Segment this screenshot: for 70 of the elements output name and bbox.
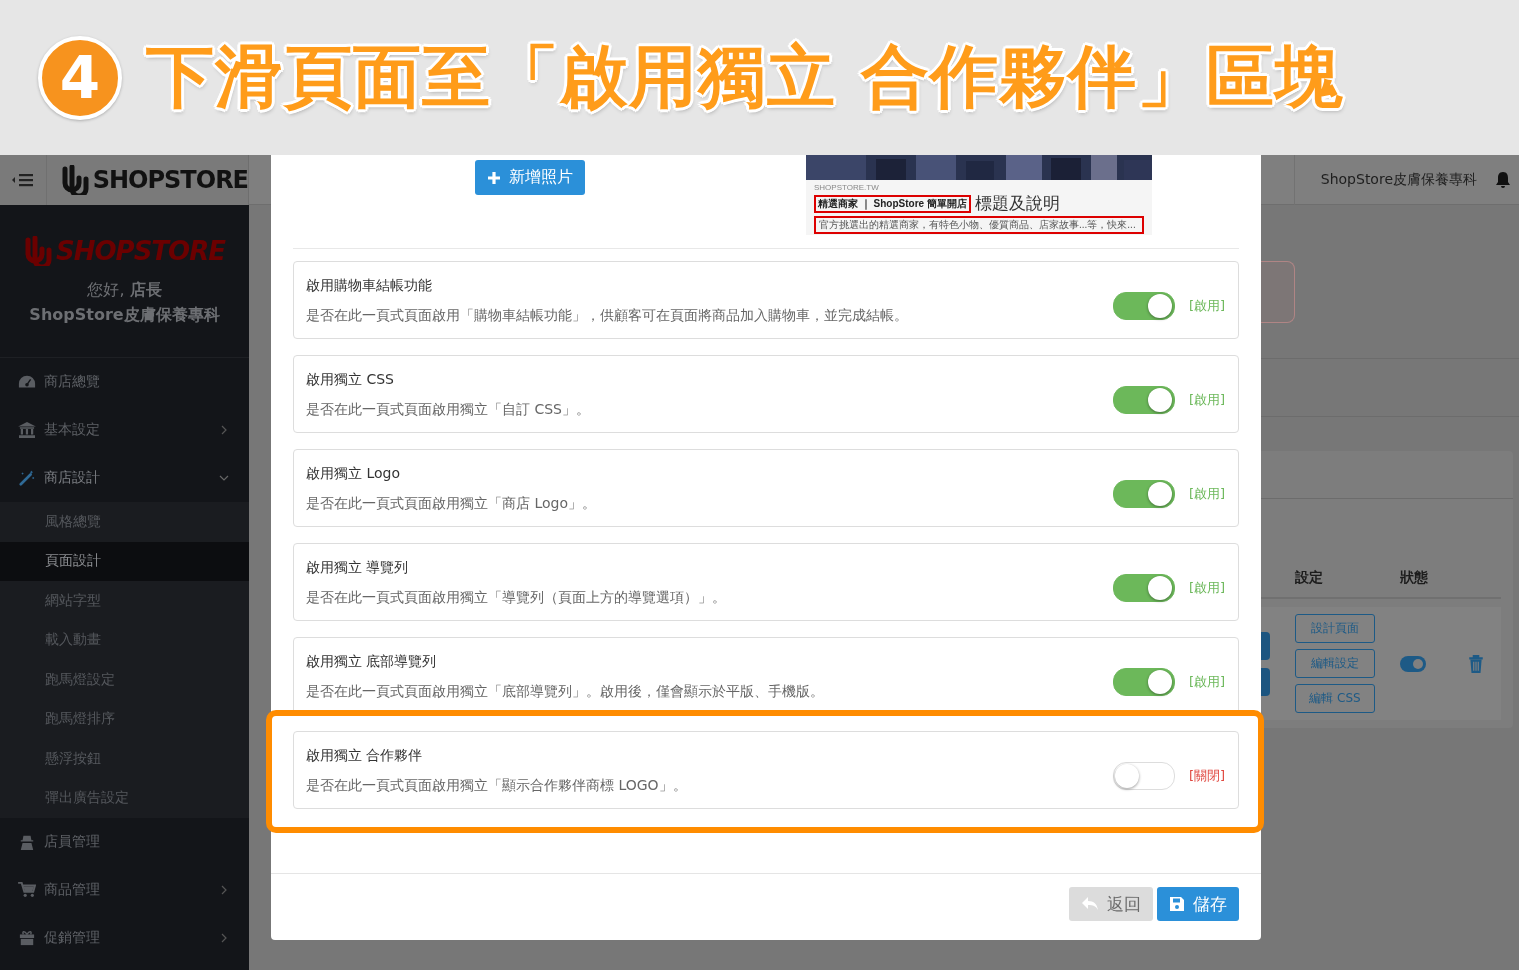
- store-name: ShopStore皮膚保養專科: [1293, 154, 1477, 205]
- setting-description: 是否在此一頁式頁面啟用獨立「商店 Logo」。: [306, 494, 598, 513]
- action-button[interactable]: 設計頁面: [1295, 614, 1375, 643]
- magic-wand-icon: [18, 470, 36, 486]
- step-number: 4: [38, 35, 122, 120]
- sidebar-item[interactable]: 商品管理: [0, 866, 249, 914]
- store-name: ShopStore皮膚保養專科: [29, 305, 220, 326]
- column-header: 狀態: [1400, 569, 1429, 587]
- column-header: 設定: [1295, 569, 1324, 587]
- gift-icon: [18, 930, 36, 946]
- setting-title: 啟用獨立 合作夥伴: [306, 746, 424, 765]
- toggle-switch[interactable]: [1113, 574, 1175, 602]
- greeting-text: 您好, 店長: [87, 280, 162, 301]
- status-toggle[interactable]: [1400, 655, 1426, 672]
- logo-mark-icon: [24, 236, 54, 266]
- sidebar-subitem[interactable]: 跑馬燈設定: [0, 660, 249, 700]
- ad-description: 官方挑選出的精選商家，有特色小物、優質商品、店家故事...等，快來...: [814, 216, 1144, 234]
- site-label: SHOPSTORE.TW: [814, 183, 880, 192]
- status-label: [啟用]: [1189, 579, 1226, 597]
- setting-title: 啟用獨立 Logo: [306, 464, 402, 483]
- sidebar-item[interactable]: 商店設計: [0, 454, 249, 502]
- toggle-switch[interactable]: [1113, 292, 1175, 320]
- sidebar-item[interactable]: 基本設定: [0, 406, 249, 454]
- setting-title: 啟用購物車結帳功能: [306, 276, 433, 295]
- sidebar-subitem[interactable]: 頁面設計: [0, 541, 249, 581]
- setting-description: 是否在此一頁式頁面啟用獨立「導覽列（頁面上方的導覽選項）」。: [306, 588, 727, 607]
- trash-icon[interactable]: [1468, 654, 1484, 673]
- add-photo-button[interactable]: 新增照片: [474, 160, 585, 195]
- setting-description: 是否在此一頁式頁面啟用「購物車結帳功能」，供顧客可在頁面將商品加入購物車，並完成結帳。: [306, 306, 909, 325]
- toggle-switch[interactable]: [1113, 386, 1175, 414]
- save-button[interactable]: 儲存: [1157, 887, 1239, 921]
- action-button[interactable]: 編輯 CSS: [1295, 684, 1375, 713]
- plus-icon: [486, 170, 501, 185]
- reply-arrow-icon: [1081, 896, 1099, 912]
- cart-icon: [18, 882, 36, 898]
- bell-icon[interactable]: [1495, 170, 1511, 189]
- sidebar-item[interactable]: 促銷管理: [0, 914, 249, 962]
- bank-icon: [18, 422, 36, 438]
- setting-description: 是否在此一頁式頁面啟用獨立「底部導覽列」。啟用後，僅會顯示於平版、手機版。: [306, 682, 825, 701]
- agent-icon: [18, 834, 36, 850]
- sidebar-subitem[interactable]: 風格總覽: [0, 502, 249, 542]
- logo-text: SHOPSTORE: [56, 236, 225, 266]
- toggle-switch[interactable]: [1113, 480, 1175, 508]
- sidebar-subitem[interactable]: 懸浮按鈕: [0, 739, 249, 779]
- sidebar-item[interactable]: 店員管理: [0, 818, 249, 866]
- ad-title: 精選商家 ｜ ShopStore 簡單開店: [814, 194, 971, 213]
- logo-mark-icon: [60, 165, 91, 195]
- sidebar-subitem[interactable]: 網站字型: [0, 581, 249, 621]
- alert-box: [1261, 261, 1295, 323]
- title-caption: 標題及說明: [974, 192, 1060, 215]
- sidebar-item[interactable]: 商店總覽: [0, 358, 249, 406]
- setting-description: 是否在此一頁式頁面啟用獨立「顯示合作夥伴商標 LOGO」。: [306, 776, 688, 795]
- action-button[interactable]: 編輯設定: [1295, 649, 1375, 678]
- banner-title: 下滑頁面至「啟用獨立 合作夥伴」區塊: [146, 36, 1344, 118]
- toggle-switch[interactable]: [1113, 668, 1175, 696]
- sidebar-subitem[interactable]: 跑馬燈排序: [0, 699, 249, 739]
- status-label: [啟用]: [1189, 391, 1226, 409]
- status-label: [啟用]: [1189, 673, 1226, 691]
- menu-icon: [10, 172, 35, 188]
- setting-title: 啟用獨立 底部導覽列: [306, 652, 438, 671]
- setting-title: 啟用獨立 導覽列: [306, 558, 410, 577]
- button[interactable]: [1261, 631, 1270, 660]
- logo-text: SHOPSTORE: [92, 166, 248, 194]
- setting-description: 是否在此一頁式頁面啟用獨立「自訂 CSS」。: [306, 400, 591, 419]
- status-label: [啟用]: [1189, 297, 1226, 315]
- button[interactable]: [1261, 667, 1270, 696]
- gauge-icon: [18, 374, 36, 390]
- status-label: [關閉]: [1189, 767, 1226, 785]
- setting-title: 啟用獨立 CSS: [306, 370, 395, 389]
- status-label: [啟用]: [1189, 485, 1226, 503]
